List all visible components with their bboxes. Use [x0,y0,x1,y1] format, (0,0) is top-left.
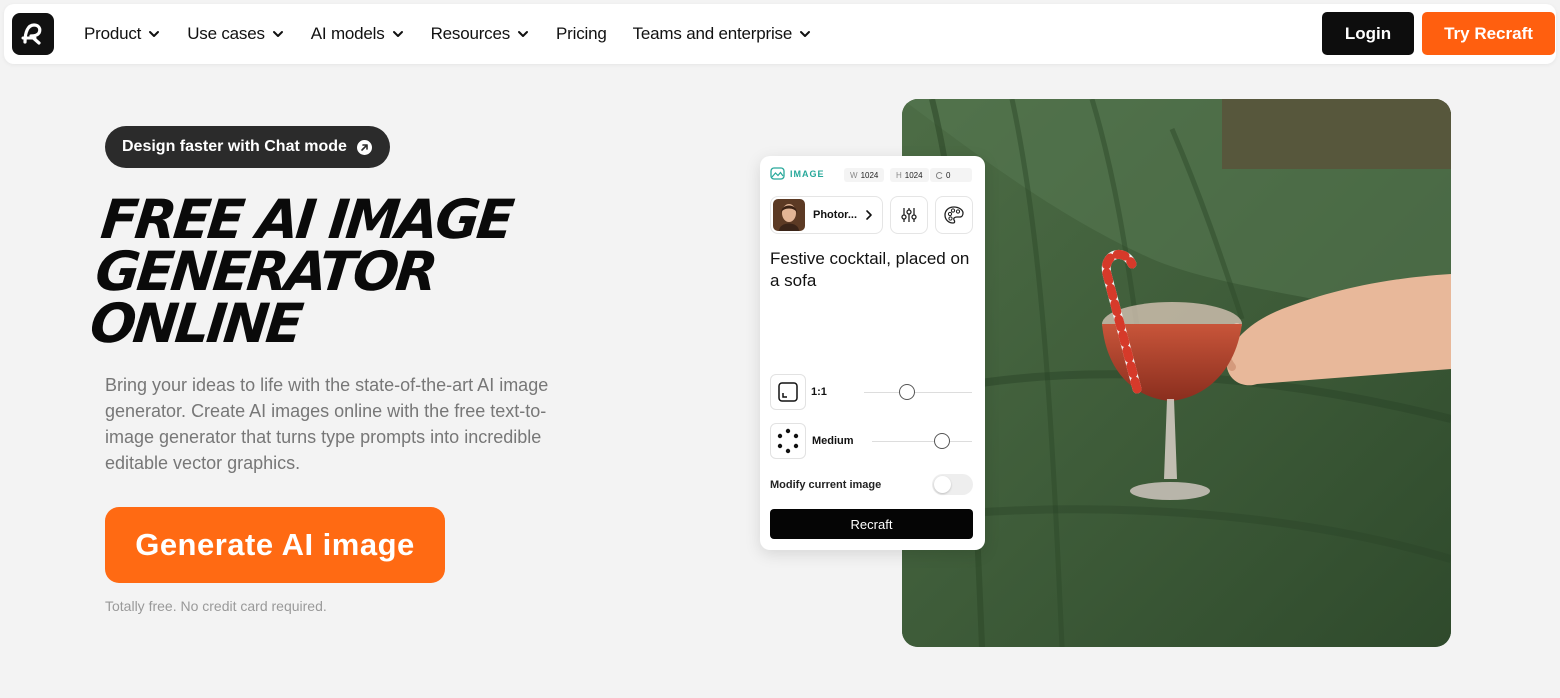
nav-item-pricing[interactable]: Pricing [556,24,607,44]
recraft-button[interactable]: Recraft [770,509,973,539]
toggle-knob [934,476,951,493]
chevron-down-icon [272,31,283,37]
nav-item-teams[interactable]: Teams and enterprise [633,24,812,44]
chevron-down-icon [518,31,529,37]
generate-ai-image-button[interactable]: Generate AI image [105,507,445,583]
headline-line-1: FREE AI IMAGE [98,188,515,251]
count-value: 0 [946,170,951,180]
nav-item-label: Use cases [187,24,265,43]
nav-item-label: Product [84,24,142,43]
image-mode-label: IMAGE [790,168,825,179]
chevron-down-icon [149,31,160,37]
chevron-right-icon [866,210,872,220]
aspect-ratio-button[interactable] [770,374,806,410]
width-value: 1024 [860,170,879,180]
generator-panel: IMAGE W 1024 H 1024 0 Photor... Festive … [760,156,985,550]
nav-links: Product Use cases AI models Resources Pr… [84,4,838,64]
width-field[interactable]: W 1024 [844,168,885,182]
ratio-slider-knob[interactable] [899,384,916,400]
ratio-slider-track[interactable] [864,392,972,393]
dots-circle-icon [777,428,799,454]
recraft-logo-icon [21,23,42,45]
palette-icon [944,206,964,224]
nav-item-resources[interactable]: Resources [431,24,530,44]
sliders-icon [901,208,917,222]
nav-item-label: AI models [310,24,385,43]
nav-item-label: Teams and enterprise [632,24,793,43]
login-button[interactable]: Login [1322,12,1414,55]
free-note: Totally free. No credit card required. [105,598,327,614]
detail-label: Medium [812,435,854,447]
image-mode-icon [770,167,785,180]
chat-mode-pill[interactable]: Design faster with Chat mode [105,126,390,168]
detail-slider-knob[interactable] [934,433,950,449]
nav-item-label: Pricing [556,24,607,43]
headline-line-3: ONLINE [87,292,304,355]
hero-headline: FREE AI IMAGE GENERATOR ONLINE [87,188,664,355]
width-key: W [850,170,858,180]
portrait-thumbnail-icon [773,199,805,231]
ratio-row: 1:1 [770,374,827,410]
height-value: 1024 [904,170,923,180]
chat-mode-label: Design faster with Chat mode [122,138,347,155]
detail-button[interactable] [770,423,806,459]
nav-item-ai-models[interactable]: AI models [311,24,405,44]
refresh-icon [936,171,943,179]
prompt-text[interactable]: Festive cocktail, placed on a sofa [770,248,970,292]
try-recraft-button[interactable]: Try Recraft [1422,12,1555,55]
arrow-up-right-icon [356,139,372,155]
headline-line-2: GENERATOR [92,240,438,303]
style-thumbnail [773,199,805,231]
modify-label: Modify current image [770,479,882,491]
aspect-ratio-icon [778,382,798,402]
nav-item-label: Resources [430,24,511,43]
height-field[interactable]: H 1024 [890,168,929,182]
detail-slider-track[interactable] [872,441,972,442]
mode-indicator: IMAGE [770,167,825,180]
nav-item-use-cases[interactable]: Use cases [187,24,285,44]
modify-toggle[interactable] [932,474,973,495]
style-selector[interactable]: Photor... [770,196,883,234]
hero-description: Bring your ideas to life with the state-… [105,375,549,473]
recraft-logo[interactable] [12,13,54,55]
count-field[interactable]: 0 [930,168,972,182]
settings-button[interactable] [890,196,928,234]
chevron-down-icon [800,31,811,37]
height-key: H [896,170,902,180]
ratio-label: 1:1 [811,386,827,398]
top-navbar: Product Use cases AI models Resources Pr… [4,4,1556,64]
palette-button[interactable] [935,196,973,234]
chevron-down-icon [392,31,403,37]
style-label: Photor... [813,209,857,221]
nav-item-product[interactable]: Product [84,24,161,44]
detail-row: Medium [770,423,854,459]
